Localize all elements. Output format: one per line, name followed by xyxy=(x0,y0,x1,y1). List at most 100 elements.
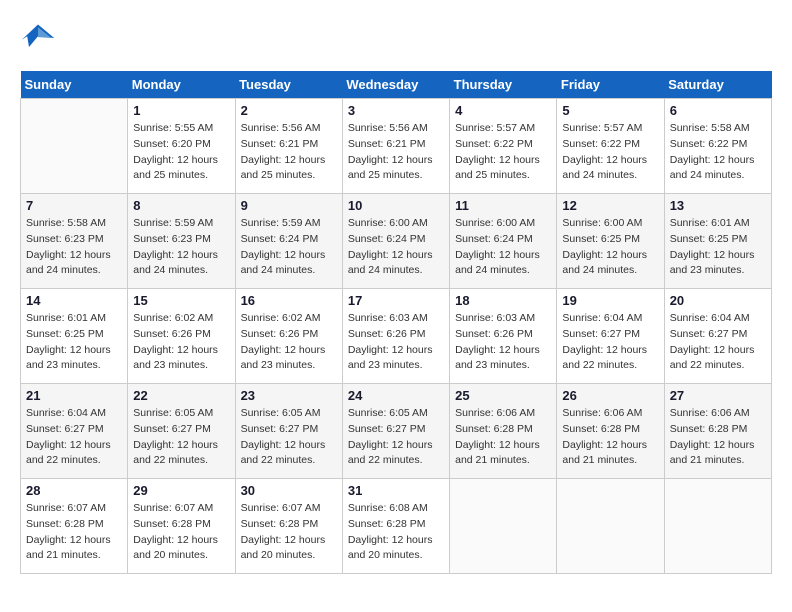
weekday-header-thursday: Thursday xyxy=(450,71,557,99)
day-info: Sunrise: 6:02 AMSunset: 6:26 PMDaylight:… xyxy=(241,311,337,374)
weekday-header-sunday: Sunday xyxy=(21,71,128,99)
day-info: Sunrise: 6:01 AMSunset: 6:25 PMDaylight:… xyxy=(670,216,766,279)
calendar-cell: 23 Sunrise: 6:05 AMSunset: 6:27 PMDayligh… xyxy=(235,384,342,479)
week-row-3: 14 Sunrise: 6:01 AMSunset: 6:25 PMDayligh… xyxy=(21,289,772,384)
day-number: 26 xyxy=(562,388,658,403)
day-number: 21 xyxy=(26,388,122,403)
day-info: Sunrise: 5:57 AMSunset: 6:22 PMDaylight:… xyxy=(455,121,551,184)
calendar-cell: 2Sunrise: 5:56 AMSunset: 6:21 PMDaylight… xyxy=(235,99,342,194)
day-info: Sunrise: 6:05 AMSunset: 6:27 PMDaylight:… xyxy=(241,406,337,469)
calendar-cell: 8Sunrise: 5:59 AMSunset: 6:23 PMDaylight… xyxy=(128,194,235,289)
day-number: 6 xyxy=(670,103,766,118)
calendar-cell: 18 Sunrise: 6:03 AMSunset: 6:26 PMDayligh… xyxy=(450,289,557,384)
day-number: 15 xyxy=(133,293,229,308)
day-number: 3 xyxy=(348,103,444,118)
day-info: Sunrise: 6:00 AMSunset: 6:25 PMDaylight:… xyxy=(562,216,658,279)
calendar-cell xyxy=(21,99,128,194)
week-row-1: 1 Sunrise: 5:55 AMSunset: 6:20 PMDaylight… xyxy=(21,99,772,194)
day-number: 19 xyxy=(562,293,658,308)
calendar-cell: 31 Sunrise: 6:08 AMSunset: 6:28 PMDayligh… xyxy=(342,479,449,574)
calendar-cell: 30 Sunrise: 6:07 AMSunset: 6:28 PMDayligh… xyxy=(235,479,342,574)
week-row-4: 21 Sunrise: 6:04 AMSunset: 6:27 PMDayligh… xyxy=(21,384,772,479)
calendar-cell: 16 Sunrise: 6:02 AMSunset: 6:26 PMDayligh… xyxy=(235,289,342,384)
day-number: 12 xyxy=(562,198,658,213)
weekday-header-saturday: Saturday xyxy=(664,71,771,99)
day-info: Sunrise: 6:08 AMSunset: 6:28 PMDaylight:… xyxy=(348,501,444,564)
day-info: Sunrise: 6:07 AMSunset: 6:28 PMDaylight:… xyxy=(133,501,229,564)
day-info: Sunrise: 6:07 AMSunset: 6:28 PMDaylight:… xyxy=(241,501,337,564)
day-number: 7 xyxy=(26,198,122,213)
day-info: Sunrise: 5:59 AMSunset: 6:24 PMDaylight:… xyxy=(241,216,337,279)
logo xyxy=(20,20,62,56)
day-info: Sunrise: 6:03 AMSunset: 6:26 PMDaylight:… xyxy=(455,311,551,374)
day-number: 14 xyxy=(26,293,122,308)
day-number: 24 xyxy=(348,388,444,403)
day-info: Sunrise: 6:06 AMSunset: 6:28 PMDaylight:… xyxy=(455,406,551,469)
calendar-cell: 4Sunrise: 5:57 AMSunset: 6:22 PMDaylight… xyxy=(450,99,557,194)
day-number: 1 xyxy=(133,103,229,118)
calendar-cell xyxy=(664,479,771,574)
calendar-cell: 27 Sunrise: 6:06 AMSunset: 6:28 PMDayligh… xyxy=(664,384,771,479)
day-info: Sunrise: 6:06 AMSunset: 6:28 PMDaylight:… xyxy=(670,406,766,469)
day-number: 27 xyxy=(670,388,766,403)
day-number: 13 xyxy=(670,198,766,213)
calendar-table: SundayMondayTuesdayWednesdayThursdayFrid… xyxy=(20,71,772,574)
calendar-cell: 1 Sunrise: 5:55 AMSunset: 6:20 PMDaylight… xyxy=(128,99,235,194)
day-info: Sunrise: 6:07 AMSunset: 6:28 PMDaylight:… xyxy=(26,501,122,564)
calendar-cell: 10Sunrise: 6:00 AMSunset: 6:24 PMDayligh… xyxy=(342,194,449,289)
calendar-cell: 24Sunrise: 6:05 AMSunset: 6:27 PMDayligh… xyxy=(342,384,449,479)
day-number: 5 xyxy=(562,103,658,118)
day-info: Sunrise: 6:05 AMSunset: 6:27 PMDaylight:… xyxy=(133,406,229,469)
day-info: Sunrise: 6:04 AMSunset: 6:27 PMDaylight:… xyxy=(670,311,766,374)
day-info: Sunrise: 5:57 AMSunset: 6:22 PMDaylight:… xyxy=(562,121,658,184)
day-number: 10 xyxy=(348,198,444,213)
calendar-cell: 13 Sunrise: 6:01 AMSunset: 6:25 PMDayligh… xyxy=(664,194,771,289)
calendar-cell: 21 Sunrise: 6:04 AMSunset: 6:27 PMDayligh… xyxy=(21,384,128,479)
day-number: 28 xyxy=(26,483,122,498)
calendar-cell: 17 Sunrise: 6:03 AMSunset: 6:26 PMDayligh… xyxy=(342,289,449,384)
day-number: 8 xyxy=(133,198,229,213)
calendar-cell: 26 Sunrise: 6:06 AMSunset: 6:28 PMDayligh… xyxy=(557,384,664,479)
day-number: 23 xyxy=(241,388,337,403)
calendar-cell xyxy=(557,479,664,574)
weekday-header-wednesday: Wednesday xyxy=(342,71,449,99)
calendar-cell: 25 Sunrise: 6:06 AMSunset: 6:28 PMDayligh… xyxy=(450,384,557,479)
weekday-header-tuesday: Tuesday xyxy=(235,71,342,99)
day-info: Sunrise: 5:56 AMSunset: 6:21 PMDaylight:… xyxy=(348,121,444,184)
calendar-cell: 20 Sunrise: 6:04 AMSunset: 6:27 PMDayligh… xyxy=(664,289,771,384)
day-number: 17 xyxy=(348,293,444,308)
weekday-header-row: SundayMondayTuesdayWednesdayThursdayFrid… xyxy=(21,71,772,99)
day-number: 16 xyxy=(241,293,337,308)
weekday-header-friday: Friday xyxy=(557,71,664,99)
day-number: 25 xyxy=(455,388,551,403)
day-info: Sunrise: 6:03 AMSunset: 6:26 PMDaylight:… xyxy=(348,311,444,374)
day-number: 11 xyxy=(455,198,551,213)
week-row-5: 28 Sunrise: 6:07 AMSunset: 6:28 PMDayligh… xyxy=(21,479,772,574)
day-number: 18 xyxy=(455,293,551,308)
calendar-cell: 5 Sunrise: 5:57 AMSunset: 6:22 PMDaylight… xyxy=(557,99,664,194)
day-info: Sunrise: 6:00 AMSunset: 6:24 PMDaylight:… xyxy=(455,216,551,279)
calendar-cell: 12 Sunrise: 6:00 AMSunset: 6:25 PMDayligh… xyxy=(557,194,664,289)
day-info: Sunrise: 5:55 AMSunset: 6:20 PMDaylight:… xyxy=(133,121,229,184)
day-info: Sunrise: 6:04 AMSunset: 6:27 PMDaylight:… xyxy=(26,406,122,469)
day-info: Sunrise: 6:02 AMSunset: 6:26 PMDaylight:… xyxy=(133,311,229,374)
day-info: Sunrise: 6:04 AMSunset: 6:27 PMDaylight:… xyxy=(562,311,658,374)
day-info: Sunrise: 6:01 AMSunset: 6:25 PMDaylight:… xyxy=(26,311,122,374)
calendar-cell xyxy=(450,479,557,574)
day-number: 31 xyxy=(348,483,444,498)
calendar-cell: 19 Sunrise: 6:04 AMSunset: 6:27 PMDayligh… xyxy=(557,289,664,384)
day-info: Sunrise: 5:58 AMSunset: 6:22 PMDaylight:… xyxy=(670,121,766,184)
calendar-cell: 11 Sunrise: 6:00 AMSunset: 6:24 PMDayligh… xyxy=(450,194,557,289)
day-number: 30 xyxy=(241,483,337,498)
calendar-cell: 7 Sunrise: 5:58 AMSunset: 6:23 PMDaylight… xyxy=(21,194,128,289)
day-number: 20 xyxy=(670,293,766,308)
calendar-cell: 3 Sunrise: 5:56 AMSunset: 6:21 PMDaylight… xyxy=(342,99,449,194)
week-row-2: 7 Sunrise: 5:58 AMSunset: 6:23 PMDaylight… xyxy=(21,194,772,289)
day-number: 29 xyxy=(133,483,229,498)
day-info: Sunrise: 5:56 AMSunset: 6:21 PMDaylight:… xyxy=(241,121,337,184)
day-number: 9 xyxy=(241,198,337,213)
day-info: Sunrise: 6:06 AMSunset: 6:28 PMDaylight:… xyxy=(562,406,658,469)
day-info: Sunrise: 5:58 AMSunset: 6:23 PMDaylight:… xyxy=(26,216,122,279)
calendar-cell: 29 Sunrise: 6:07 AMSunset: 6:28 PMDayligh… xyxy=(128,479,235,574)
weekday-header-monday: Monday xyxy=(128,71,235,99)
